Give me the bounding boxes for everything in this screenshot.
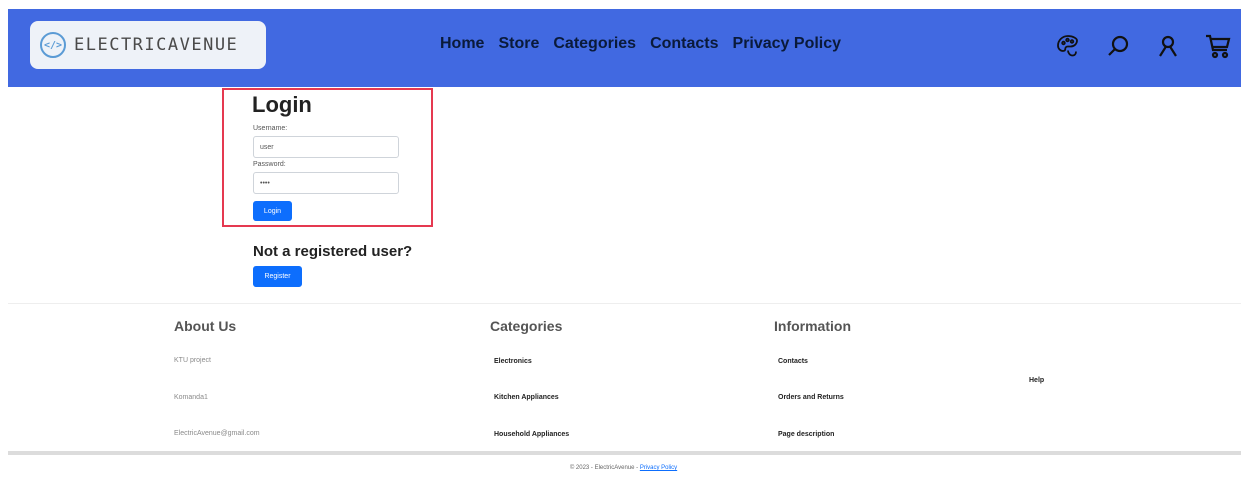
footer-about-heading: About Us xyxy=(174,318,237,334)
footer-link-contacts[interactable]: Contacts xyxy=(778,358,808,365)
nav-privacy-policy[interactable]: Privacy Policy xyxy=(733,35,842,53)
footer-link-help[interactable]: Help xyxy=(1029,377,1044,384)
palette-icon[interactable] xyxy=(1053,31,1083,61)
footer-link-page-description[interactable]: Page description xyxy=(778,431,834,438)
brand-name: ELECTRICAVENUE xyxy=(74,35,239,55)
navbar: </> ELECTRICAVENUE Home Store Categories… xyxy=(8,9,1241,87)
login-button[interactable]: Login xyxy=(253,201,292,221)
nav-links: Home Store Categories Contacts Privacy P… xyxy=(440,35,841,53)
footer-categories-heading: Categories xyxy=(490,318,563,334)
username-label: Username: xyxy=(253,125,288,132)
footer-link-orders-returns[interactable]: Orders and Returns xyxy=(778,394,844,401)
footer-information-heading: Information xyxy=(774,318,851,334)
brand-logo[interactable]: </> ELECTRICAVENUE xyxy=(30,21,266,69)
user-icon[interactable] xyxy=(1153,31,1183,61)
search-icon[interactable] xyxy=(1103,31,1133,61)
nav-contacts[interactable]: Contacts xyxy=(650,35,718,53)
code-icon: </> xyxy=(40,32,66,58)
login-title: Login xyxy=(252,92,312,117)
copyright-privacy-link[interactable]: Privacy Policy xyxy=(640,465,677,471)
page: </> ELECTRICAVENUE Home Store Categories… xyxy=(0,0,1247,477)
register-heading: Not a registered user? xyxy=(253,243,413,260)
password-label: Password: xyxy=(253,161,286,168)
footer-bottom-divider xyxy=(8,451,1241,455)
footer-link-household-appliances[interactable]: Household Appliances xyxy=(494,431,569,438)
nav-categories[interactable]: Categories xyxy=(553,35,636,53)
footer-about-item: Komanda1 xyxy=(174,394,208,401)
nav-store[interactable]: Store xyxy=(498,35,539,53)
register-button[interactable]: Register xyxy=(253,266,302,287)
copyright-label: © 2023 - ElectricAvenue - xyxy=(569,465,640,471)
footer-about-email: ElectricAvenue@gmail.com xyxy=(174,430,260,437)
footer-link-electronics[interactable]: Electronics xyxy=(494,358,532,365)
username-input[interactable] xyxy=(253,136,399,158)
password-input[interactable] xyxy=(253,172,399,194)
footer-link-kitchen-appliances[interactable]: Kitchen Appliances xyxy=(494,394,559,401)
nav-home[interactable]: Home xyxy=(440,35,484,53)
copyright-text: © 2023 - ElectricAvenue - Privacy Policy xyxy=(0,465,1247,471)
footer-about-item: KTU project xyxy=(174,357,211,364)
footer-divider xyxy=(8,303,1241,304)
nav-icons xyxy=(1053,31,1233,61)
cart-icon[interactable] xyxy=(1203,31,1233,61)
